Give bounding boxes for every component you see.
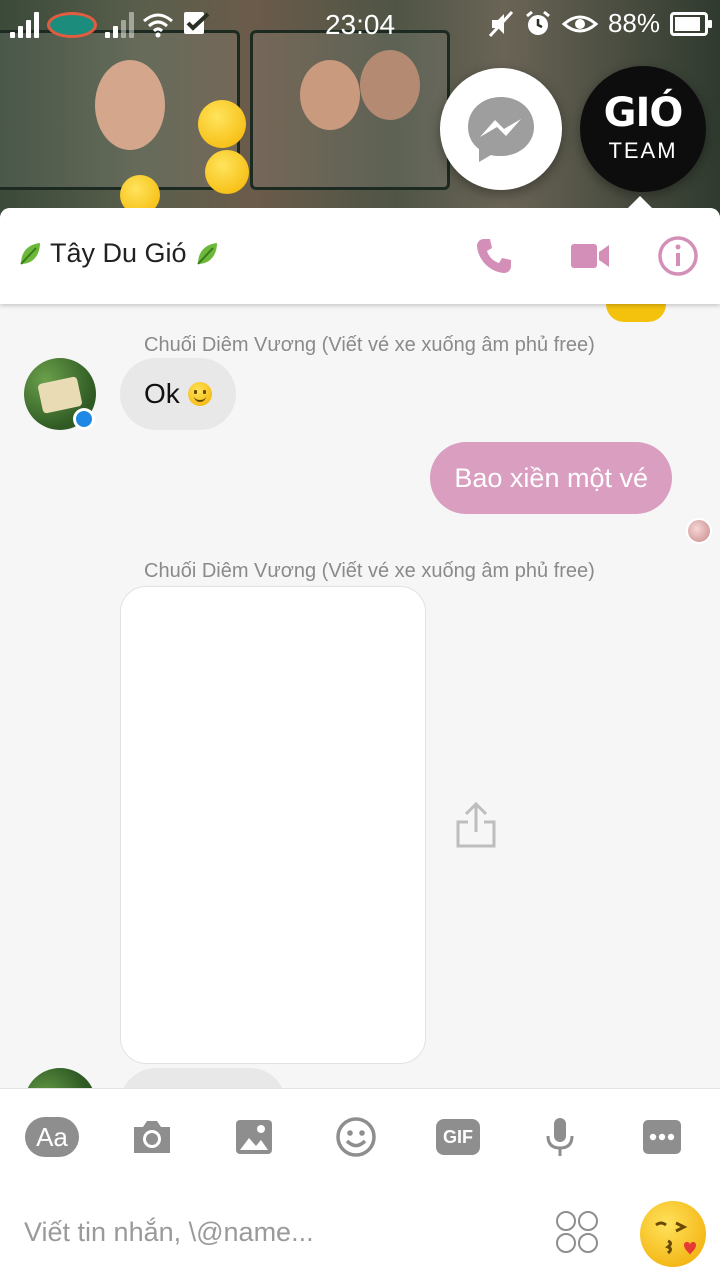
conversation-title[interactable]: Tây Du Gió: [18, 238, 219, 269]
team-label: TEAM: [608, 138, 678, 163]
battery-icon: [670, 11, 712, 36]
message-text: Ok: [144, 378, 180, 409]
team-chat-head[interactable]: GIÓ TEAM: [580, 66, 706, 192]
gallery-button[interactable]: [226, 1111, 282, 1163]
message-input[interactable]: Viết tin nhắn, \@name...: [24, 1217, 314, 1248]
mute-icon: [488, 10, 514, 37]
phone-icon: [477, 239, 511, 273]
gif-label: GIF: [436, 1119, 480, 1155]
message-composer: Aa GIF Viết tin nhắn, \@name...: [0, 1088, 720, 1280]
smiley-icon: [336, 1117, 376, 1157]
message-bubble-outgoing[interactable]: Bao xiền một vé: [430, 442, 672, 514]
voice-call-button[interactable]: [472, 234, 516, 278]
voice-message-button[interactable]: [532, 1111, 588, 1163]
wallpaper-face: [95, 60, 165, 150]
message-text: Bao xiền một vé: [454, 462, 648, 493]
conversation-info-button[interactable]: [656, 234, 700, 278]
conversation-name: Tây Du Gió: [50, 238, 187, 268]
messenger-icon: [468, 97, 534, 162]
aa-label: Aa: [25, 1117, 79, 1157]
sender-name: Chuối Diêm Vương (Viết vé xe xuống âm ph…: [144, 334, 595, 356]
smile-emoji-icon: [187, 382, 212, 406]
status-bar: 23:04 88%: [0, 0, 720, 50]
gif-button[interactable]: GIF: [430, 1111, 486, 1163]
message-list[interactable]: Chuối Diêm Vương (Viết vé xe xuống âm ph…: [0, 304, 720, 1108]
microphone-icon: [546, 1118, 574, 1156]
kiss-emoji-icon: [655, 1221, 696, 1255]
camera-icon: [134, 1121, 170, 1153]
video-call-icon: [571, 244, 609, 268]
chat-panel: Tây Du Gió Chuối Diêm Vương (Viết vé xe …: [0, 208, 720, 1280]
leaf-icon: [196, 242, 217, 265]
image-icon: [236, 1120, 272, 1154]
text-format-button[interactable]: Aa: [24, 1111, 80, 1163]
wallpaper-emoji: [198, 100, 246, 148]
emoji-picker-icon[interactable]: [556, 1211, 598, 1253]
alarm-icon: [526, 10, 550, 35]
emoji-peek: [606, 304, 666, 322]
quick-emoji-button[interactable]: [640, 1201, 706, 1267]
video-call-button[interactable]: [568, 234, 612, 278]
eye-comfort-icon: [561, 15, 598, 32]
battery-percentage: 88%: [607, 8, 660, 38]
more-options-button[interactable]: [634, 1111, 690, 1163]
wallpaper-face: [300, 60, 360, 130]
share-icon: [456, 801, 496, 848]
wallpaper-face: [360, 50, 420, 120]
wallpaper-emoji: [205, 150, 249, 194]
seen-indicator-avatar: [686, 518, 712, 544]
share-button[interactable]: [454, 800, 498, 850]
team-logo: GIÓ: [603, 90, 684, 136]
info-icon: [658, 236, 698, 276]
camera-button[interactable]: [124, 1111, 180, 1163]
message-bubble-incoming[interactable]: Ok: [120, 358, 236, 430]
messenger-chat-head[interactable]: [440, 68, 562, 190]
messenger-badge-icon: [73, 408, 95, 430]
more-icon: [643, 1120, 681, 1154]
leaf-icon: [20, 242, 40, 265]
sticker-button[interactable]: [328, 1111, 384, 1163]
media-attachment[interactable]: [120, 586, 426, 1064]
chat-header: Tây Du Gió: [0, 208, 720, 304]
sender-name: Chuối Diêm Vương (Viết vé xe xuống âm ph…: [144, 560, 595, 582]
